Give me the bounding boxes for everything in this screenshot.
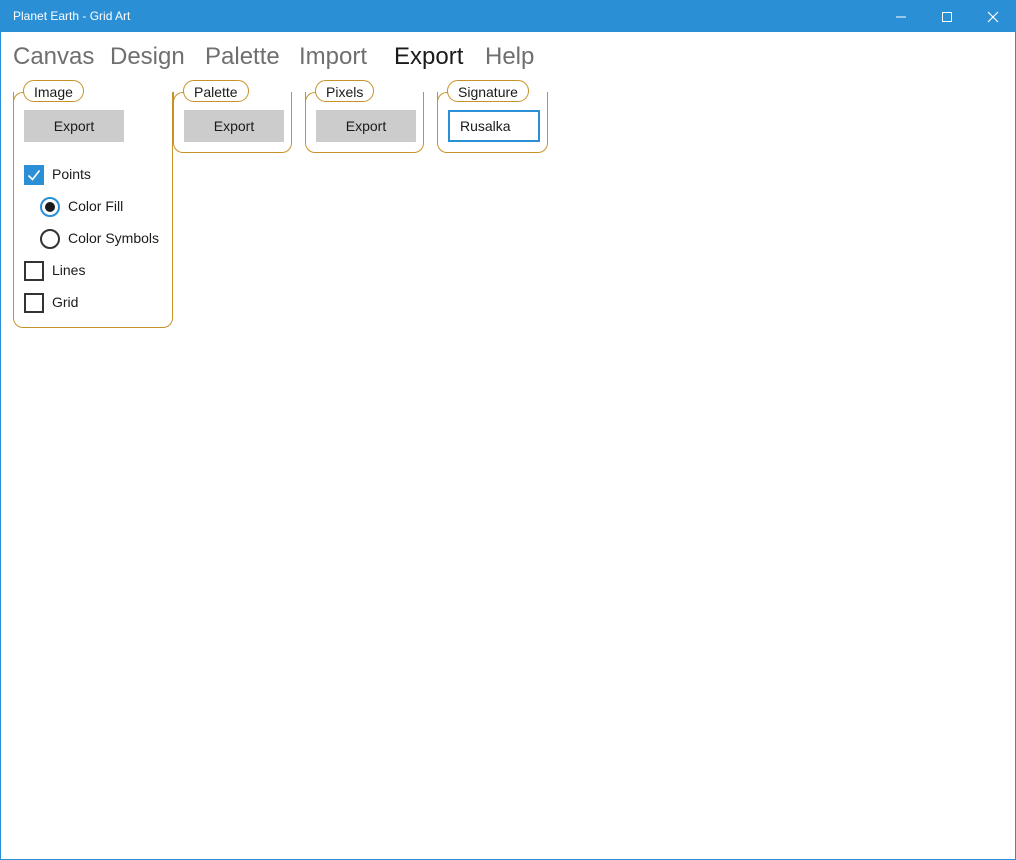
- nav-item-canvas[interactable]: Canvas: [13, 43, 94, 71]
- color-symbols-label: Color Symbols: [68, 230, 160, 246]
- grid-label: Grid: [52, 294, 79, 310]
- points-label: Points: [52, 166, 91, 182]
- maximize-icon: [942, 12, 952, 22]
- pixels-group-label: Pixels: [315, 80, 375, 102]
- export-pixels-button[interactable]: Export: [316, 110, 416, 142]
- grid-check-box[interactable]: [24, 293, 44, 313]
- points-check-box[interactable]: [24, 165, 44, 185]
- nav-item-palette[interactable]: Palette: [205, 43, 280, 71]
- signature-group: Signature: [437, 80, 548, 153]
- nav-item-export[interactable]: Export: [394, 43, 463, 71]
- app-window: Planet Earth - Grid Art Canvas Design Pa…: [0, 0, 1016, 860]
- radio-dot-icon: [45, 202, 55, 212]
- window-title: Planet Earth - Grid Art: [13, 9, 131, 23]
- signature-input[interactable]: [448, 110, 540, 142]
- export-palette-button[interactable]: Export: [184, 110, 284, 142]
- image-group: Image Export Points Color Fill Color Sym…: [13, 80, 173, 328]
- maximize-button[interactable]: [924, 1, 970, 32]
- image-group-label: Image: [23, 80, 84, 102]
- color-fill-label: Color Fill: [68, 198, 124, 214]
- signature-group-label: Signature: [447, 80, 529, 102]
- palette-group: Palette Export: [173, 80, 292, 153]
- nav-item-help[interactable]: Help: [485, 43, 534, 71]
- title-bar[interactable]: Planet Earth - Grid Art: [1, 1, 1015, 32]
- checkmark-icon: [27, 170, 41, 181]
- nav-item-design[interactable]: Design: [110, 43, 185, 71]
- lines-check-box[interactable]: [24, 261, 44, 281]
- nav-item-import[interactable]: Import: [299, 43, 367, 71]
- color-fill-radio-circle[interactable]: [40, 197, 60, 217]
- lines-label: Lines: [52, 262, 86, 278]
- pixels-group: Pixels Export: [305, 80, 424, 153]
- color-symbols-radio-circle[interactable]: [40, 229, 60, 249]
- minimize-button[interactable]: [878, 1, 924, 32]
- close-icon: [987, 11, 999, 23]
- minimize-icon: [896, 16, 906, 18]
- export-image-button[interactable]: Export: [24, 110, 124, 142]
- close-button[interactable]: [970, 1, 1015, 32]
- palette-group-label: Palette: [183, 80, 249, 102]
